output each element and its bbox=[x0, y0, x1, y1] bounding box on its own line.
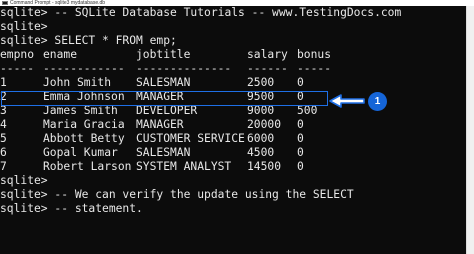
table-cell: Abbott Betty bbox=[43, 132, 125, 145]
vertical-scrollbar[interactable] bbox=[466, 6, 474, 254]
table-cell: 0 bbox=[297, 118, 304, 131]
table-cell: 5 bbox=[0, 132, 7, 145]
table-cell: empno bbox=[0, 48, 35, 61]
terminal-line: sqlite> bbox=[0, 174, 48, 187]
table-cell: SALESMAN bbox=[136, 76, 191, 89]
table-cell: DEVELOPER bbox=[136, 104, 198, 117]
table-cell: -------------- bbox=[136, 62, 232, 75]
table-cell: 0 bbox=[297, 76, 304, 89]
table-cell: 0 bbox=[297, 160, 304, 173]
table-cell: MANAGER bbox=[136, 118, 184, 131]
callout-badge: 1 bbox=[368, 92, 387, 111]
terminal-output[interactable]: sqlite> -- SQLite Database Tutorials -- … bbox=[0, 6, 466, 254]
table-cell: jobtitle bbox=[136, 48, 191, 61]
table-cell: bonus bbox=[297, 48, 332, 61]
highlight-box-updated-row bbox=[1, 91, 328, 106]
table-cell: 3 bbox=[0, 104, 7, 117]
table-cell: SALESMAN bbox=[136, 146, 191, 159]
table-cell: Maria Gracia bbox=[43, 118, 125, 131]
table-cell: James Smith bbox=[43, 104, 118, 117]
table-cell: 9000 bbox=[247, 104, 275, 117]
arrow-left-icon bbox=[329, 94, 365, 108]
table-cell: 4500 bbox=[247, 146, 275, 159]
terminal-icon bbox=[2, 1, 8, 5]
command-prompt-window: Command Prompt - sqlite3 mydatabase.db s… bbox=[0, 0, 474, 254]
terminal-line: sqlite> SELECT * FROM emp; bbox=[0, 34, 177, 47]
table-cell: 1 bbox=[0, 76, 7, 89]
terminal-line: sqlite> bbox=[0, 20, 48, 33]
terminal-line: sqlite> -- We can verify the update usin… bbox=[0, 188, 354, 201]
table-cell: 6 bbox=[0, 146, 7, 159]
table-cell: ------ bbox=[247, 62, 288, 75]
table-cell: 4 bbox=[0, 118, 7, 131]
table-cell: Robert Larson bbox=[43, 160, 132, 173]
table-cell: 14500 bbox=[247, 160, 282, 173]
table-cell: 500 bbox=[297, 104, 318, 117]
table-cell: SYSTEM ANALYST bbox=[136, 160, 232, 173]
table-cell: 0 bbox=[297, 146, 304, 159]
terminal-line: sqlite> -- SQLite Database Tutorials -- … bbox=[0, 6, 402, 19]
table-cell: John Smith bbox=[43, 76, 112, 89]
terminal-line: sqlite> -- statement. bbox=[0, 202, 143, 215]
table-cell: Gopal Kumar bbox=[43, 146, 118, 159]
table-cell: CUSTOMER SERVICE bbox=[136, 132, 245, 145]
table-cell: 20000 bbox=[247, 118, 282, 131]
table-cell: ----- bbox=[0, 62, 35, 75]
table-cell: 2500 bbox=[247, 76, 275, 89]
table-cell: 6000 bbox=[247, 132, 275, 145]
table-cell: ------------ bbox=[43, 62, 125, 75]
table-cell: ename bbox=[43, 48, 78, 61]
table-cell: salary bbox=[247, 48, 288, 61]
table-cell: ----- bbox=[297, 62, 332, 75]
table-cell: 7 bbox=[0, 160, 7, 173]
table-cell: 0 bbox=[297, 132, 304, 145]
